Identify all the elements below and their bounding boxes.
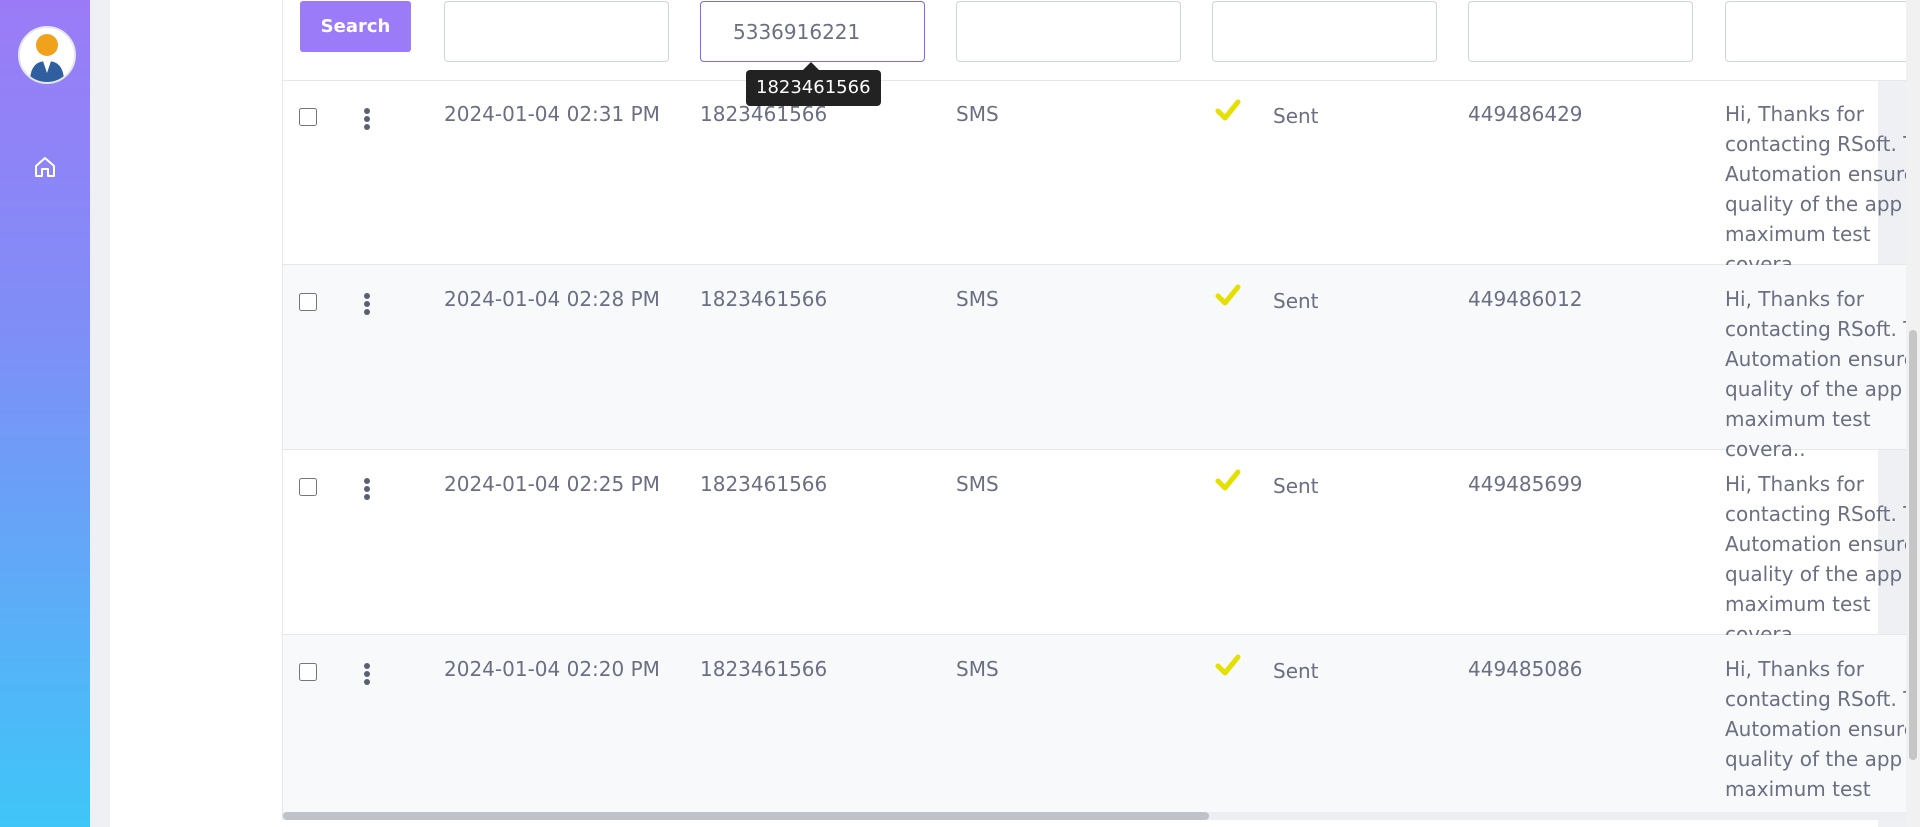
date-filter-input[interactable] <box>444 1 669 62</box>
channel-cell: SMS <box>956 102 999 126</box>
checkmark-icon <box>1215 654 1241 676</box>
horizontal-scrollbar[interactable] <box>283 812 1920 820</box>
row-checkbox[interactable] <box>299 478 317 496</box>
table-row: 2024-01-04 02:25 PM 1823461566 SMS Sent … <box>283 450 1920 646</box>
id-cell: 449485699 <box>1468 472 1583 496</box>
phone-cell: 1823461566 <box>700 287 828 311</box>
more-vertical-icon[interactable] <box>364 293 372 317</box>
status-cell: Sent <box>1273 289 1319 313</box>
row-checkbox[interactable] <box>299 663 317 681</box>
date-cell: 2024-01-04 02:25 PM <box>444 472 660 496</box>
table-row: 2024-01-04 02:20 PM 1823461566 SMS Sent … <box>283 635 1920 820</box>
filter-row: Search <box>283 0 1920 81</box>
channel-filter-input[interactable] <box>956 1 1181 62</box>
more-vertical-icon[interactable] <box>364 478 372 502</box>
phone-tooltip: 1823461566 <box>746 62 881 106</box>
phone-filter-input[interactable] <box>700 1 925 62</box>
message-table: Search 2024-01-04 02:31 PM 1823461566 SM… <box>282 0 1920 820</box>
status-cell: Sent <box>1273 659 1319 683</box>
table-row: 2024-01-04 02:28 PM 1823461566 SMS Sent … <box>283 265 1920 461</box>
checkmark-icon <box>1215 284 1241 306</box>
id-cell: 449486429 <box>1468 102 1583 126</box>
message-cell: Hi, Thanks for contacting RSoft. Test Au… <box>1725 102 1920 276</box>
status-cell: Sent <box>1273 474 1319 498</box>
page-scroll-thumb[interactable] <box>1909 330 1917 760</box>
date-cell: 2024-01-04 02:28 PM <box>444 287 660 311</box>
status-filter-input[interactable] <box>1212 1 1437 62</box>
row-checkbox[interactable] <box>299 108 317 126</box>
phone-cell: 1823461566 <box>700 657 828 681</box>
date-cell: 2024-01-04 02:31 PM <box>444 102 660 126</box>
checkmark-icon <box>1215 469 1241 491</box>
data-card: Search 2024-01-04 02:31 PM 1823461566 SM… <box>110 0 1920 827</box>
channel-cell: SMS <box>956 287 999 311</box>
channel-cell: SMS <box>956 657 999 681</box>
horizontal-scroll-thumb[interactable] <box>283 812 1209 820</box>
avatar[interactable] <box>18 26 76 84</box>
sidebar <box>0 0 90 827</box>
channel-cell: SMS <box>956 472 999 496</box>
message-filter-input[interactable] <box>1725 1 1920 62</box>
id-cell: 449486012 <box>1468 287 1583 311</box>
avatar-icon <box>30 34 64 82</box>
message-cell: Hi, Thanks for contacting RSoft. Test Au… <box>1725 287 1920 461</box>
id-cell: 449485086 <box>1468 657 1583 681</box>
id-filter-input[interactable] <box>1468 1 1693 62</box>
row-checkbox[interactable] <box>299 293 317 311</box>
more-vertical-icon[interactable] <box>364 663 372 687</box>
message-cell: Hi, Thanks for contacting RSoft. Test Au… <box>1725 472 1920 646</box>
more-vertical-icon[interactable] <box>364 108 372 132</box>
content-gutter <box>90 0 110 827</box>
status-cell: Sent <box>1273 104 1319 128</box>
home-icon[interactable] <box>33 155 57 179</box>
checkmark-icon <box>1215 99 1241 121</box>
message-cell: Hi, Thanks for contacting RSoft. Test Au… <box>1725 657 1920 820</box>
table-row: 2024-01-04 02:31 PM 1823461566 SMS Sent … <box>283 80 1920 276</box>
date-cell: 2024-01-04 02:20 PM <box>444 657 660 681</box>
search-button[interactable]: Search <box>300 1 411 52</box>
phone-cell: 1823461566 <box>700 472 828 496</box>
page-scrollbar[interactable] <box>1906 0 1920 827</box>
